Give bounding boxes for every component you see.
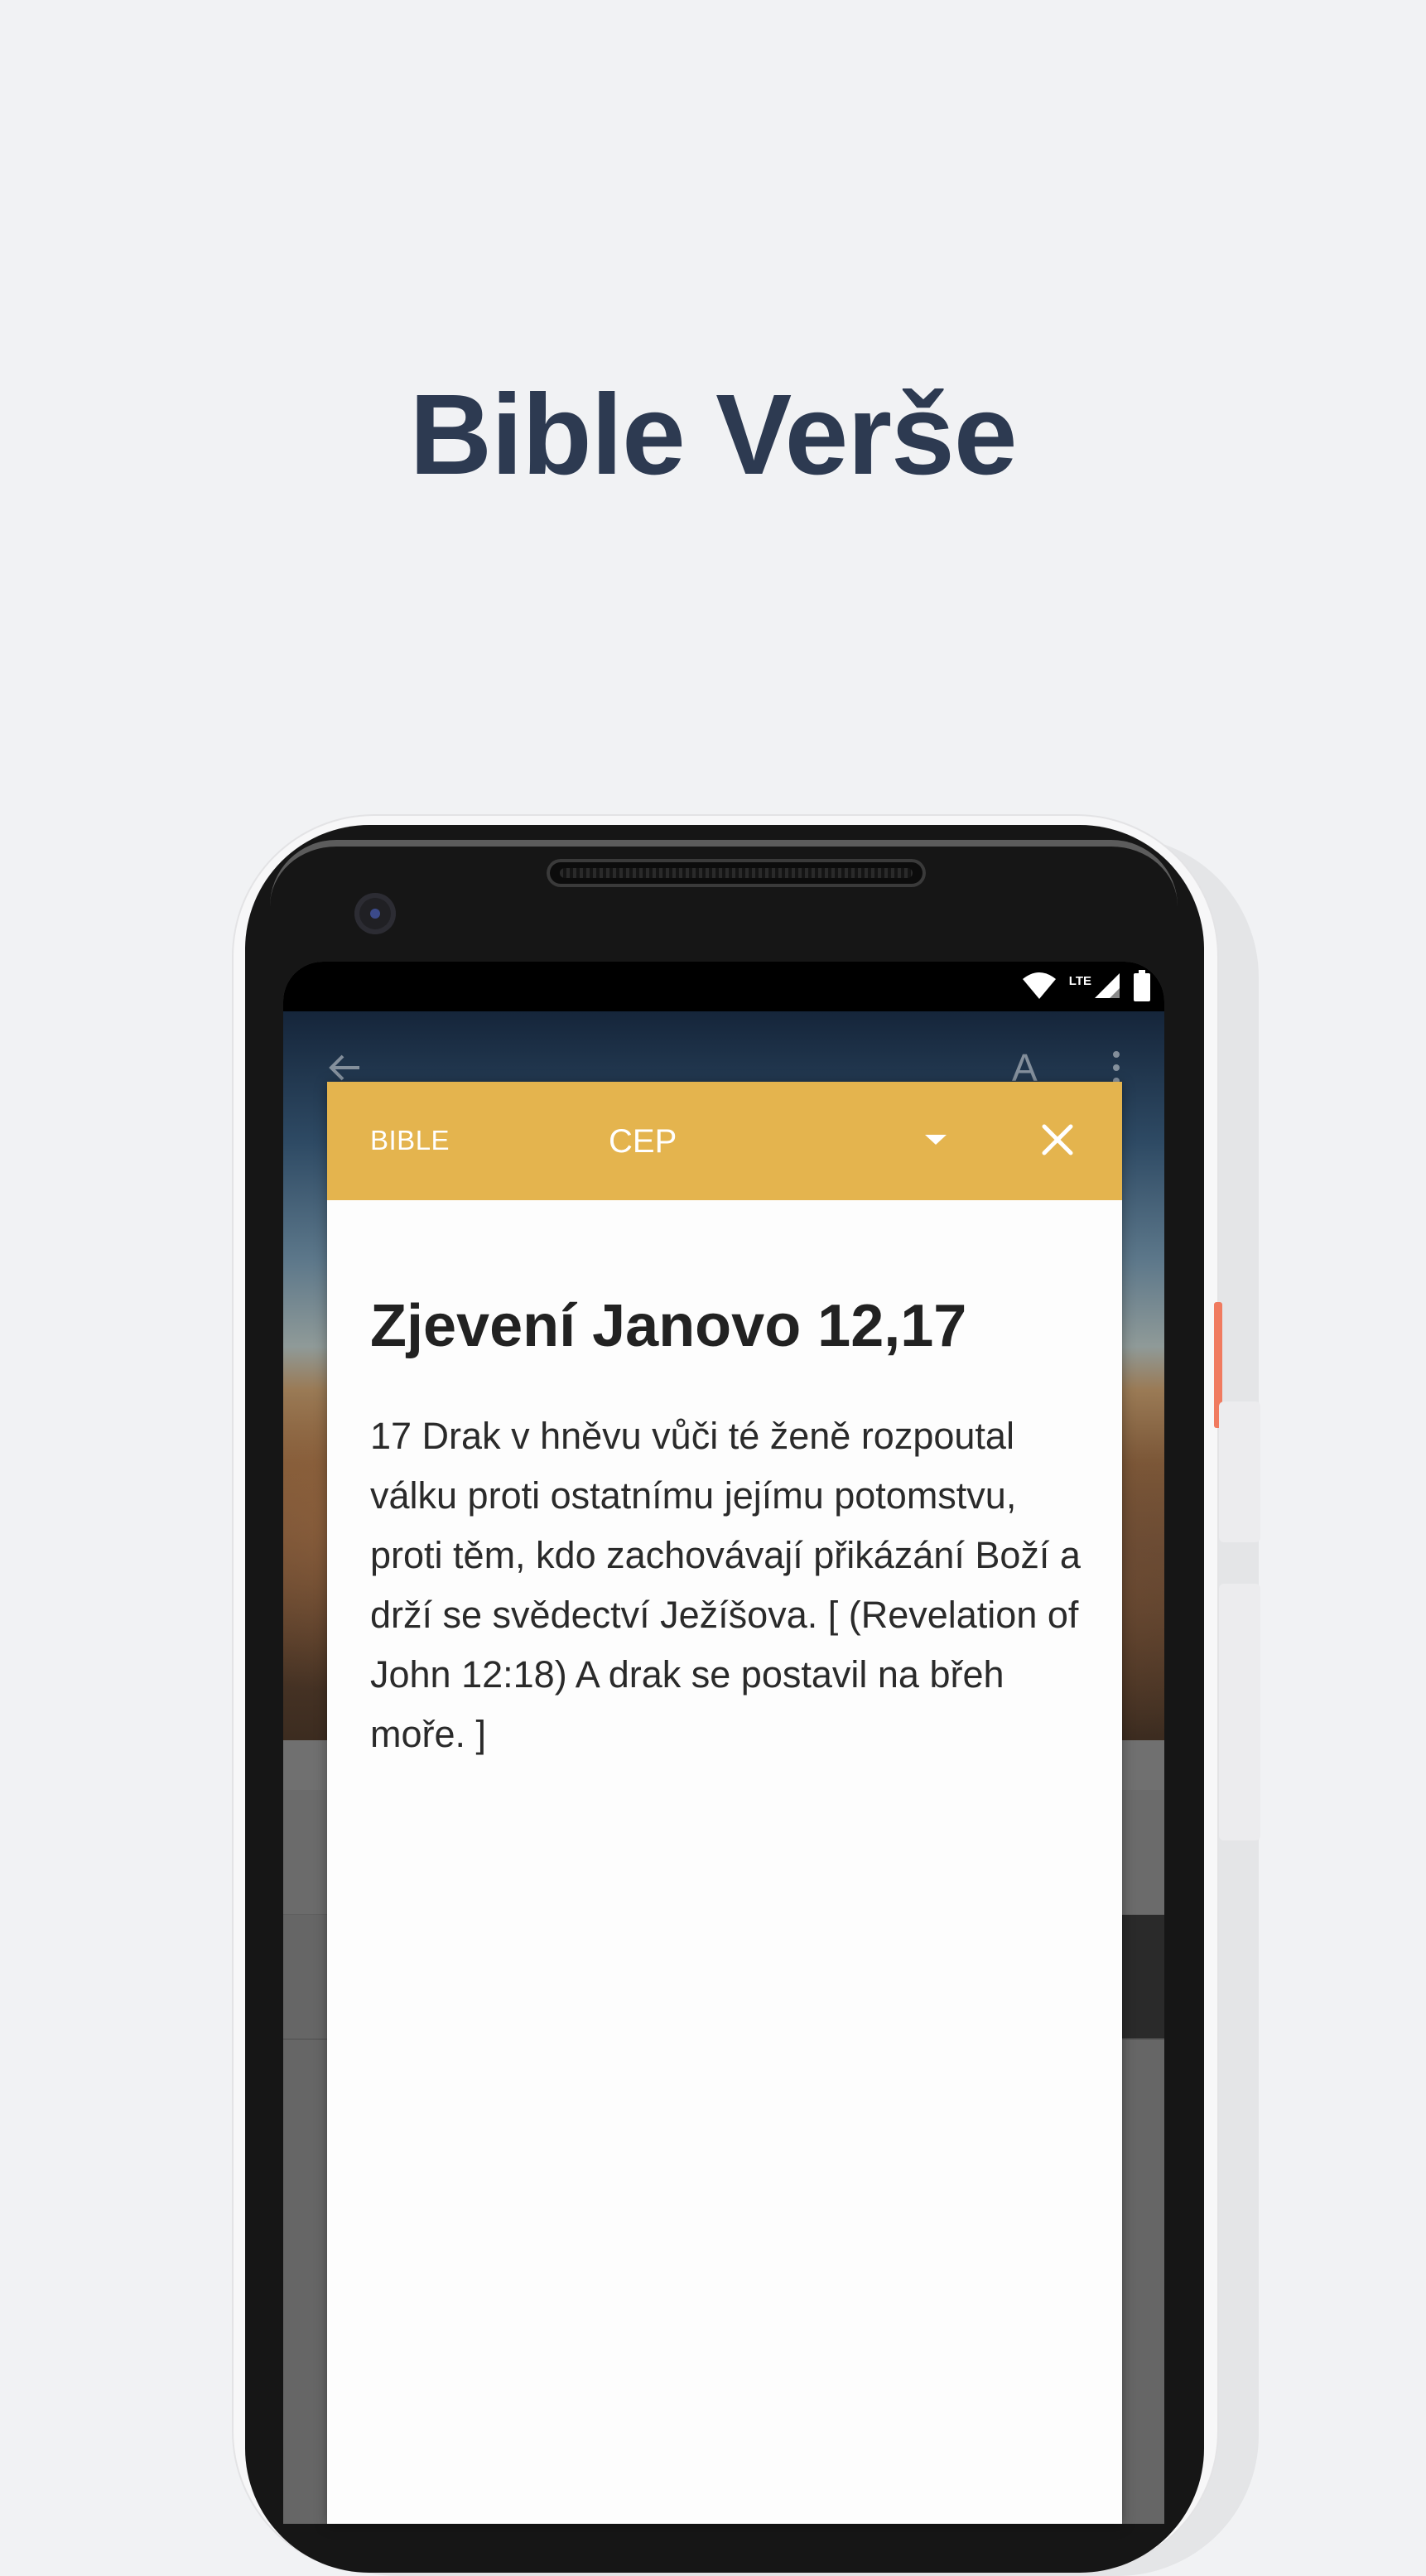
- battery-icon: [1133, 969, 1151, 1006]
- wifi-icon: [1021, 971, 1057, 1005]
- phone-speaker-grill: [560, 868, 913, 878]
- font-size-icon[interactable]: A: [1012, 1049, 1038, 1087]
- dialog-header: BIBLE CEP: [327, 1082, 1122, 1200]
- verse-reference: Zjevení Janovo 12,17: [370, 1293, 967, 1359]
- version-selector[interactable]: CEP: [609, 1123, 677, 1160]
- status-bar: LTE: [283, 962, 1164, 1011]
- verse-text: 17 Drak v hněvu vůči té ženě rozpoutal v…: [370, 1415, 1081, 1755]
- close-icon[interactable]: [1033, 1115, 1082, 1165]
- dropdown-caret-icon[interactable]: [923, 1133, 948, 1152]
- status-icons: LTE: [1021, 969, 1151, 1006]
- volume-down-button: [1219, 1584, 1260, 1840]
- network-type-label: LTE: [1068, 973, 1091, 988]
- page-headline: Bible Verše: [409, 371, 1017, 499]
- signal-icon: [1093, 972, 1121, 1004]
- verse-dialog: BIBLE CEP Zjevení Janovo 12,17 17 Drak v…: [327, 1082, 1122, 2524]
- volume-up-button: [1219, 1401, 1260, 1542]
- bible-label: BIBLE: [370, 1125, 450, 1155]
- front-camera: [354, 893, 396, 934]
